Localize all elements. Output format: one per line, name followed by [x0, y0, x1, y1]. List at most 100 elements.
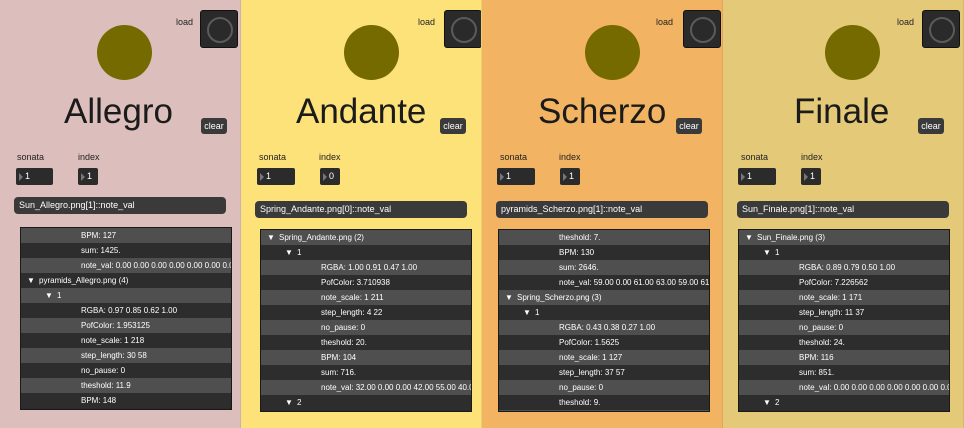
tree-leaf-row[interactable]: step_length: 30 58: [21, 348, 231, 363]
tree-leaf-row[interactable]: note_scale: 1 218: [21, 333, 231, 348]
load-button[interactable]: [200, 10, 238, 48]
tree-leaf-row[interactable]: PofColor: 1.5625: [499, 335, 709, 350]
tree-leaf-row[interactable]: note_val: 0.00 0.00 0.00 0.00 0.00 0.00 …: [21, 258, 231, 273]
tree-branch-row[interactable]: ▼ pyramids_Allegro.png (4): [21, 273, 231, 288]
dict-tree-view[interactable]: theshold: 7. BPM: 130 sum: 2646. note_val: …: [498, 229, 710, 412]
clear-button[interactable]: clear: [440, 118, 466, 134]
index-number-box[interactable]: 0: [320, 168, 340, 185]
tree-leaf-row[interactable]: BPM: 104: [261, 350, 471, 365]
sonata-number-box[interactable]: 1: [738, 168, 776, 185]
tree-leaf-row[interactable]: PofColor: 7.226562: [739, 275, 949, 290]
disclosure-triangle-icon[interactable]: ▼: [523, 305, 531, 320]
disclosure-triangle-icon[interactable]: ▼: [505, 290, 513, 305]
tree-leaf-row[interactable]: sum: 851.: [739, 365, 949, 380]
dict-path-field[interactable]: Sun_Finale.png[1]::note_val: [737, 201, 949, 218]
tree-leaf-row[interactable]: note_scale: 1 211: [261, 290, 471, 305]
tree-leaf-row[interactable]: theshold: 24.: [739, 335, 949, 350]
disclosure-triangle-icon[interactable]: ▼: [27, 273, 35, 288]
tree-leaf-row[interactable]: step_length: 4 22: [261, 305, 471, 320]
tree-branch-row[interactable]: ▼ 1: [499, 305, 709, 320]
disclosure-triangle-icon[interactable]: ▼: [763, 395, 771, 410]
tree-leaf-row[interactable]: theshold: 9.: [499, 395, 709, 410]
disclosure-triangle-icon[interactable]: ▼: [763, 245, 771, 260]
tree-leaf-row[interactable]: note_scale: 1 127: [499, 350, 709, 365]
tree-leaf-row[interactable]: note_val: 0.00 0.00 0.00 0.00 0.00 0.00 …: [739, 380, 949, 395]
movement-title: Scherzo: [538, 92, 667, 131]
clear-button[interactable]: clear: [676, 118, 702, 134]
tree-leaf-row[interactable]: theshold: 20.: [261, 335, 471, 350]
tree-leaf-row[interactable]: BPM: 108: [499, 410, 709, 411]
tree-branch-row[interactable]: ▼ 2: [739, 395, 949, 410]
triangle-icon: [804, 173, 808, 181]
disclosure-triangle-icon[interactable]: ▼: [745, 230, 753, 245]
tree-leaf-row[interactable]: theshold: 7.: [499, 230, 709, 245]
index-number-box[interactable]: 1: [560, 168, 580, 185]
index-value: 1: [810, 171, 816, 181]
clear-button[interactable]: clear: [918, 118, 944, 134]
dict-path-field[interactable]: Sun_Allegro.png[1]::note_val: [14, 197, 226, 214]
index-number-box[interactable]: 1: [78, 168, 98, 185]
disclosure-triangle-icon[interactable]: ▼: [285, 395, 293, 410]
tree-branch-row[interactable]: ▼ 1: [261, 245, 471, 260]
tree-leaf-row[interactable]: theshold: 11.9: [21, 378, 231, 393]
tree-branch-row[interactable]: ▼ Spring_Andante.png (2): [261, 230, 471, 245]
index-number-box[interactable]: 1: [801, 168, 821, 185]
tree-leaf-row[interactable]: BPM: 130: [499, 245, 709, 260]
sonata-number-box[interactable]: 1: [16, 168, 53, 185]
tree-leaf-row[interactable]: RGBA: 0.97 0.85 0.62 1.00: [21, 303, 231, 318]
tree-leaf-row[interactable]: step_length: 37 57: [499, 365, 709, 380]
tree-branch-row[interactable]: ▼ Sun_Finale.png (3): [739, 230, 949, 245]
load-button[interactable]: [444, 10, 481, 48]
tree-row-text: BPM: 148: [81, 396, 117, 405]
dict-tree-view[interactable]: BPM: 127 sum: 1425. note_val: 0.00 0.00 0.…: [20, 227, 232, 410]
tree-leaf-row[interactable]: note_scale: 1 171: [739, 290, 949, 305]
movement-panels: load Allegro clear sonata index 1 1 Sun_…: [0, 0, 964, 428]
tree-row-text: sum: 1425.: [81, 246, 121, 255]
tree-leaf-row[interactable]: BPM: 127: [21, 228, 231, 243]
tree-leaf-row[interactable]: no_pause: 0: [739, 320, 949, 335]
tree-leaf-row[interactable]: step_length: 11 37: [739, 305, 949, 320]
tree-leaf-row[interactable]: note_val: 32.00 0.00 0.00 42.00 55.00 40…: [261, 380, 471, 395]
tree-branch-row[interactable]: ▼ 1: [739, 245, 949, 260]
triangle-icon: [500, 173, 504, 181]
tree-branch-row[interactable]: ▼ 1: [21, 288, 231, 303]
load-button[interactable]: [683, 10, 721, 48]
tree-leaf-row[interactable]: no_pause: 0: [261, 320, 471, 335]
movement-title: Andante: [296, 92, 427, 131]
tree-branch-row[interactable]: ▼ Spring_Scherzo.png (3): [499, 290, 709, 305]
tree-leaf-row[interactable]: no_pause: 0: [499, 380, 709, 395]
tree-leaf-row[interactable]: PofColor: 3.710938: [261, 275, 471, 290]
sonata-number-box[interactable]: 1: [257, 168, 295, 185]
sonata-number-box[interactable]: 1: [497, 168, 535, 185]
tree-leaf-row[interactable]: PofColor: 1.953125: [21, 318, 231, 333]
tree-leaf-row[interactable]: RGBA: 0.43 0.38 0.27 1.00: [499, 320, 709, 335]
tree-row-text: note_val: 59.00 0.00 61.00 63.00 59.00 6…: [559, 278, 709, 287]
tree-branch-row[interactable]: ▼ 2: [261, 395, 471, 410]
panel-allegro: load Allegro clear sonata index 1 1 Sun_…: [0, 0, 241, 428]
tree-leaf-row[interactable]: no_pause: 0: [21, 363, 231, 378]
dict-path-field[interactable]: pyramids_Scherzo.png[1]::note_val: [496, 201, 708, 218]
tree-leaf-row[interactable]: RGBA: 1.00 0.91 0.47 1.00: [261, 260, 471, 275]
clear-button[interactable]: clear: [201, 118, 227, 134]
tree-row-text: pyramids_Allegro.png (4): [39, 276, 129, 285]
dict-tree-view[interactable]: ▼ Spring_Andante.png (2) ▼ 1 RGBA: 1.00 0.91…: [260, 229, 472, 412]
tree-row-text: theshold: 7.: [559, 233, 601, 242]
disclosure-triangle-icon[interactable]: ▼: [267, 230, 275, 245]
movement-title: Finale: [794, 92, 890, 131]
tree-leaf-row[interactable]: note_val: 59.00 0.00 61.00 63.00 59.00 6…: [499, 275, 709, 290]
tree-leaf-row[interactable]: BPM: 148: [21, 393, 231, 408]
tree-row-text: 1: [297, 248, 302, 257]
load-button[interactable]: [922, 10, 960, 48]
tree-leaf-row[interactable]: sum: 716.: [261, 365, 471, 380]
tree-leaf-row[interactable]: sum: 2646.: [499, 260, 709, 275]
dict-tree-view[interactable]: ▼ Sun_Finale.png (3) ▼ 1 RGBA: 0.89 0.79 0.5…: [738, 229, 950, 412]
triangle-icon: [19, 173, 23, 181]
tree-leaf-row[interactable]: sum: 1425.: [21, 243, 231, 258]
sonata-label: sonata: [741, 152, 769, 162]
tree-leaf-row[interactable]: BPM: 116: [739, 350, 949, 365]
disclosure-triangle-icon[interactable]: ▼: [45, 288, 53, 303]
dict-path-field[interactable]: Spring_Andante.png[0]::note_val: [255, 201, 467, 218]
tree-row-text: 1: [57, 291, 62, 300]
tree-leaf-row[interactable]: RGBA: 0.89 0.79 0.50 1.00: [739, 260, 949, 275]
disclosure-triangle-icon[interactable]: ▼: [285, 245, 293, 260]
